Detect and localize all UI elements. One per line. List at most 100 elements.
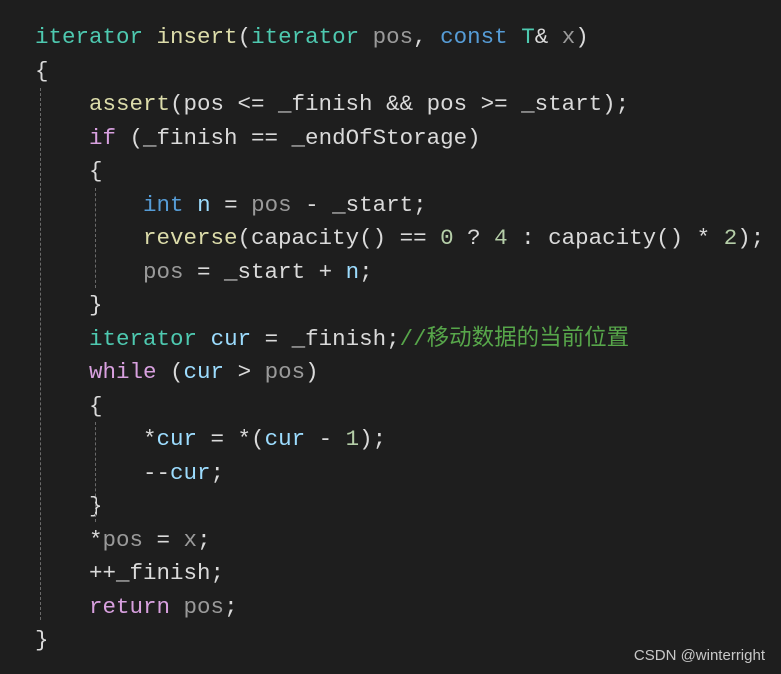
token-plain: - _start; <box>291 191 427 218</box>
code-line: ++_finish; <box>35 557 764 591</box>
code-line: { <box>35 390 764 424</box>
token-plain: ? <box>453 225 495 251</box>
indent-guide-while-block <box>95 422 96 522</box>
watermark: CSDN @winterright <box>633 647 765 664</box>
token-plain: = *( <box>197 426 265 452</box>
code-line: int n = pos - _start; <box>35 189 764 223</box>
code-line: iterator cur = _finish;//移动数据的当前位置 <box>35 323 764 357</box>
token-plain: } <box>35 627 49 653</box>
code-line: --cur; <box>35 457 764 491</box>
token-param: pos <box>372 24 414 50</box>
token-control: if <box>89 124 117 151</box>
token-plain: { <box>35 57 49 84</box>
indent-guide-outer <box>40 88 41 620</box>
token-local: n <box>345 258 360 285</box>
token-plain: ; <box>359 258 373 285</box>
token-number: 4 <box>494 225 508 251</box>
token-plain: { <box>35 158 103 184</box>
token-param: x <box>561 24 576 50</box>
token-plain: ; <box>197 526 211 553</box>
code-line: *cur = *(cur - 1); <box>35 423 764 457</box>
code-line: } <box>35 490 764 524</box>
token-plain: - <box>305 426 346 452</box>
token-param: pos <box>183 593 225 620</box>
token-local: cur <box>264 426 306 452</box>
token-comment: //移动数据的当前位置 <box>399 325 630 352</box>
token-plain: (pos <= _finish && pos >= _start); <box>170 91 630 117</box>
code-line: reverse(capacity() == 0 ? 4 : capacity()… <box>35 222 764 256</box>
token-plain: ; <box>210 459 225 486</box>
token-keyword: const <box>440 24 508 50</box>
token-keyword: int <box>143 191 184 218</box>
code-line: pos = _start + n; <box>35 256 764 290</box>
token-local: cur <box>170 459 211 486</box>
token-number: 1 <box>345 426 360 452</box>
token-type: iterator <box>35 24 144 50</box>
token-local: cur <box>156 426 198 452</box>
token-local: cur <box>210 325 252 352</box>
code-editor[interactable]: iterator insert(iterator pos, const T& x… <box>35 21 764 658</box>
code-line: if (_finish == _endOfStorage) <box>35 122 764 156</box>
token-type: T <box>521 24 535 50</box>
token-plain: = _start + <box>183 258 346 285</box>
token-plain: , <box>413 24 441 50</box>
code-line: while (cur > pos) <box>35 356 764 390</box>
token-number: 0 <box>440 225 454 251</box>
token-plain: & <box>534 24 562 50</box>
token-plain: = <box>143 526 184 553</box>
token-plain: ; <box>224 593 238 620</box>
token-plain: { <box>35 392 103 419</box>
token-plain: > <box>224 359 265 385</box>
token-function: assert <box>89 91 171 117</box>
code-line: return pos; <box>35 591 764 625</box>
code-line: { <box>35 55 764 89</box>
token-plain: * <box>35 526 103 553</box>
indent-guide-if-block <box>95 188 96 288</box>
token-plain: } <box>35 292 103 318</box>
token-plain: (capacity() == <box>237 225 441 251</box>
token-control: return <box>89 593 171 620</box>
token-plain: ) <box>305 359 319 385</box>
token-plain: (_finish == _endOfStorage) <box>116 124 481 151</box>
token-plain: ); <box>359 426 387 452</box>
token-param: x <box>183 526 198 553</box>
token-local: cur <box>183 359 225 385</box>
token-control: while <box>89 359 157 385</box>
token-param: pos <box>102 526 144 553</box>
token-number: 2 <box>723 225 738 251</box>
token-param: pos <box>264 359 306 385</box>
token-function: insert <box>156 24 238 50</box>
code-line: iterator insert(iterator pos, const T& x… <box>35 21 764 55</box>
code-line: *pos = x; <box>35 524 764 558</box>
code-line: } <box>35 289 764 323</box>
token-local: n <box>197 191 211 218</box>
token-param: pos <box>143 258 184 285</box>
token-plain: -- <box>35 459 171 486</box>
token-type: iterator <box>251 24 360 50</box>
token-plain: ++_finish; <box>35 560 225 586</box>
token-plain: ); <box>737 225 765 251</box>
code-line: { <box>35 155 764 189</box>
token-plain: ) <box>575 24 589 50</box>
code-line: assert(pos <= _finish && pos >= _start); <box>35 88 764 122</box>
token-plain: = <box>210 191 252 218</box>
token-function: reverse <box>143 225 238 251</box>
token-plain: : capacity() * <box>507 225 724 251</box>
token-param: pos <box>251 191 292 218</box>
token-plain: } <box>35 493 103 519</box>
token-plain: ( <box>237 24 252 50</box>
